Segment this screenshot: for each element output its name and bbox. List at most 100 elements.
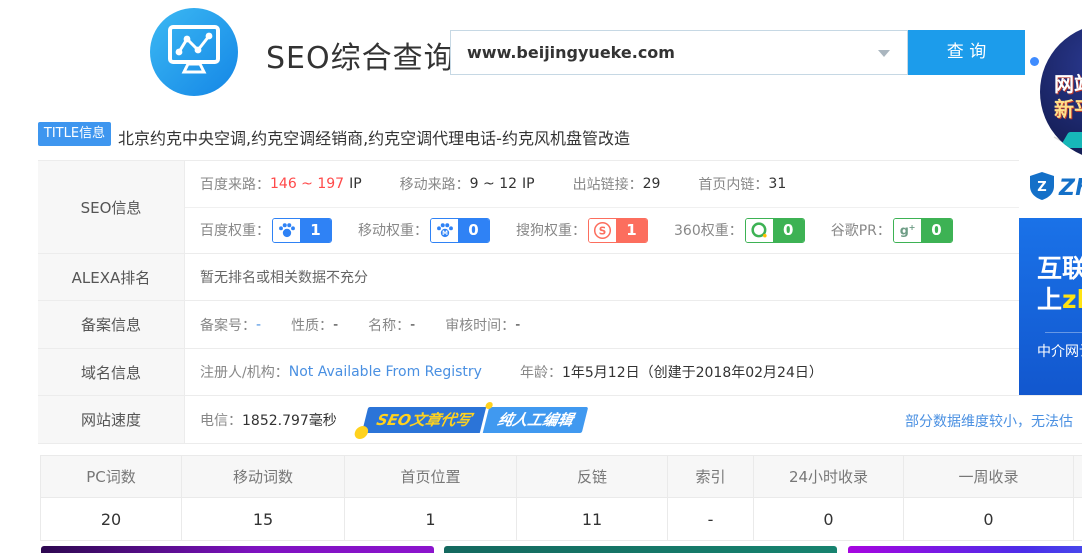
mobile-weight-value: 0 bbox=[458, 219, 489, 242]
baidu-weight-label: 百度权重： bbox=[200, 220, 270, 240]
google-pr-label: 谷歌PR： bbox=[831, 220, 891, 240]
ring-icon bbox=[746, 219, 773, 242]
col-value-24h: 0 bbox=[754, 498, 903, 540]
table-column: PC词数 20 bbox=[41, 456, 182, 540]
ad-logo: Z Zhong. bbox=[1019, 158, 1082, 218]
col-header-week: 一周收录 bbox=[904, 456, 1073, 498]
col-value-pc-words: 20 bbox=[41, 498, 181, 540]
sidebar-ad[interactable]: Z Zhong. 互联网 上zh 中介网认证 bbox=[1019, 158, 1082, 395]
search-box bbox=[450, 30, 908, 75]
svg-text:M: M bbox=[442, 231, 448, 237]
col-header-mobile-words: 移动词数 bbox=[182, 456, 344, 498]
telecom-label: 电信： bbox=[200, 410, 242, 430]
ribbon-left-text: SEO文章代写 bbox=[362, 407, 486, 433]
ad-line2: 上zh bbox=[1037, 284, 1082, 316]
domain-age-label: 年龄： bbox=[520, 362, 562, 382]
google-pr-badge[interactable]: g+ 0 bbox=[893, 218, 953, 243]
ad-line2-yellow: zh bbox=[1062, 285, 1082, 314]
promo-circle-ad[interactable]: 网站交易 新平台 bbox=[1040, 24, 1082, 160]
table-column: 反链 11 bbox=[517, 456, 668, 540]
site-logo bbox=[150, 8, 238, 96]
monitor-chart-icon bbox=[165, 23, 223, 81]
ribbon-dot-icon bbox=[353, 426, 369, 439]
table-column: 一周收录 0 bbox=[904, 456, 1074, 540]
col-header-24h: 24小时收录 bbox=[754, 456, 903, 498]
row-label-beian: 备案信息 bbox=[38, 301, 185, 348]
promo-platform-graphic bbox=[1059, 132, 1082, 148]
beian-name-value: - bbox=[410, 317, 415, 333]
shield-icon: Z bbox=[1029, 171, 1055, 205]
beian-nature-label: 性质： bbox=[291, 315, 333, 335]
ad-body: 互联网 上zh 中介网认证 bbox=[1019, 218, 1082, 395]
ribbon-ad[interactable]: SEO文章代写 纯人工编辑 bbox=[362, 407, 588, 433]
search-input[interactable] bbox=[451, 31, 907, 74]
query-button[interactable]: 查 询 bbox=[908, 30, 1025, 75]
ad-line1: 互联网 bbox=[1037, 254, 1082, 284]
paw-m-icon: M bbox=[431, 219, 458, 242]
mobile-weight-badge[interactable]: M 0 bbox=[430, 218, 490, 243]
beian-nature-value: - bbox=[333, 317, 338, 333]
promo-text: 网站交易 新平台 bbox=[1054, 72, 1082, 122]
alexa-value: 暂无排名或相关数据不充分 bbox=[200, 267, 368, 287]
sogou-weight-value: 1 bbox=[616, 219, 647, 242]
gplus-icon: g+ bbox=[894, 219, 921, 242]
outlink-value: 29 bbox=[643, 176, 661, 192]
data-note-link[interactable]: 部分数据维度较小，无法估 bbox=[905, 411, 1073, 431]
table-column: 首页位置 1 bbox=[345, 456, 517, 540]
col-header-home-position: 首页位置 bbox=[345, 456, 516, 498]
registrant-label: 注册人/机构： bbox=[200, 362, 289, 382]
chevron-down-icon[interactable] bbox=[878, 50, 890, 57]
360-weight-badge[interactable]: 0 bbox=[745, 218, 805, 243]
baidu-traffic-label: 百度来路： bbox=[200, 174, 270, 194]
col-value-mobile-words: 15 bbox=[182, 498, 344, 540]
baidu-weight-badge[interactable]: 1 bbox=[272, 218, 332, 243]
beian-number-label: 备案号： bbox=[200, 315, 256, 335]
seo-info-row: SEO信息 百度来路： 146 ~ 197 IP 移动来路： 9 ~ 12 IP… bbox=[38, 161, 1082, 254]
beian-row: 备案信息 备案号： - 性质： - 名称： - 审核时间： - bbox=[38, 301, 1082, 349]
col-header-backlinks: 反链 bbox=[517, 456, 667, 498]
paw-icon bbox=[273, 219, 300, 242]
traffic-subrow: 百度来路： 146 ~ 197 IP 移动来路： 9 ~ 12 IP 出站链接：… bbox=[185, 161, 1082, 208]
baidu-traffic-value: 146 ~ 197 bbox=[270, 176, 344, 192]
page-title: SEO综合查询 bbox=[266, 33, 455, 77]
row-label-domain: 域名信息 bbox=[38, 349, 185, 395]
sogou-weight-label: 搜狗权重： bbox=[516, 220, 586, 240]
table-column: 24小时收录 0 bbox=[754, 456, 904, 540]
homelink-value: 31 bbox=[768, 176, 786, 192]
seo-info-table: SEO信息 百度来路： 146 ~ 197 IP 移动来路： 9 ~ 12 IP… bbox=[38, 160, 1082, 444]
ad-divider bbox=[1045, 332, 1082, 333]
alexa-row: ALEXA排名 暂无排名或相关数据不充分 bbox=[38, 254, 1082, 301]
keyword-stats-table: PC词数 20 移动词数 15 首页位置 1 反链 11 索引 - 24小时收录… bbox=[40, 455, 1082, 541]
ad-line2-white: 上 bbox=[1037, 285, 1062, 314]
col-header-index: 索引 bbox=[668, 456, 753, 498]
homelink-label: 首页内链： bbox=[698, 174, 768, 194]
col-value-extra bbox=[1074, 498, 1082, 540]
360-weight-label: 360权重： bbox=[674, 220, 743, 240]
row-label-seo: SEO信息 bbox=[38, 161, 185, 253]
table-column bbox=[1074, 456, 1082, 540]
col-header-extra bbox=[1074, 456, 1082, 498]
svg-text:+: + bbox=[909, 222, 916, 232]
beian-audit-value: - bbox=[515, 317, 520, 333]
row-label-speed: 网站速度 bbox=[38, 396, 185, 443]
seo-query-page: SEO综合查询 查 询 网站交易 新平台 TITLE信息 北京约克中央空调,约克… bbox=[0, 0, 1082, 553]
card-bar-teal bbox=[444, 546, 837, 553]
svg-text:Z: Z bbox=[1037, 180, 1046, 195]
mobile-traffic-unit: IP bbox=[522, 176, 535, 192]
col-header-pc-words: PC词数 bbox=[41, 456, 181, 498]
sogou-weight-badge[interactable]: S 1 bbox=[588, 218, 648, 243]
card-bar-blue bbox=[848, 546, 1082, 553]
promo-line2: 新平台 bbox=[1054, 97, 1082, 122]
registrant-link[interactable]: Not Available From Registry bbox=[289, 364, 482, 380]
domain-row: 域名信息 注册人/机构： Not Available From Registry… bbox=[38, 349, 1082, 396]
360-weight-value: 0 bbox=[773, 219, 804, 242]
col-value-backlinks: 11 bbox=[517, 498, 667, 540]
mobile-traffic-label: 移动来路： bbox=[400, 174, 470, 194]
ribbon-right-text: 纯人工编辑 bbox=[482, 407, 587, 433]
svg-text:S: S bbox=[599, 225, 607, 237]
row-label-alexa: ALEXA排名 bbox=[38, 254, 185, 300]
s-circle-icon: S bbox=[589, 219, 616, 242]
table-column: 索引 - bbox=[668, 456, 754, 540]
mobile-traffic-value: 9 ~ 12 bbox=[470, 176, 517, 192]
col-value-week: 0 bbox=[904, 498, 1073, 540]
